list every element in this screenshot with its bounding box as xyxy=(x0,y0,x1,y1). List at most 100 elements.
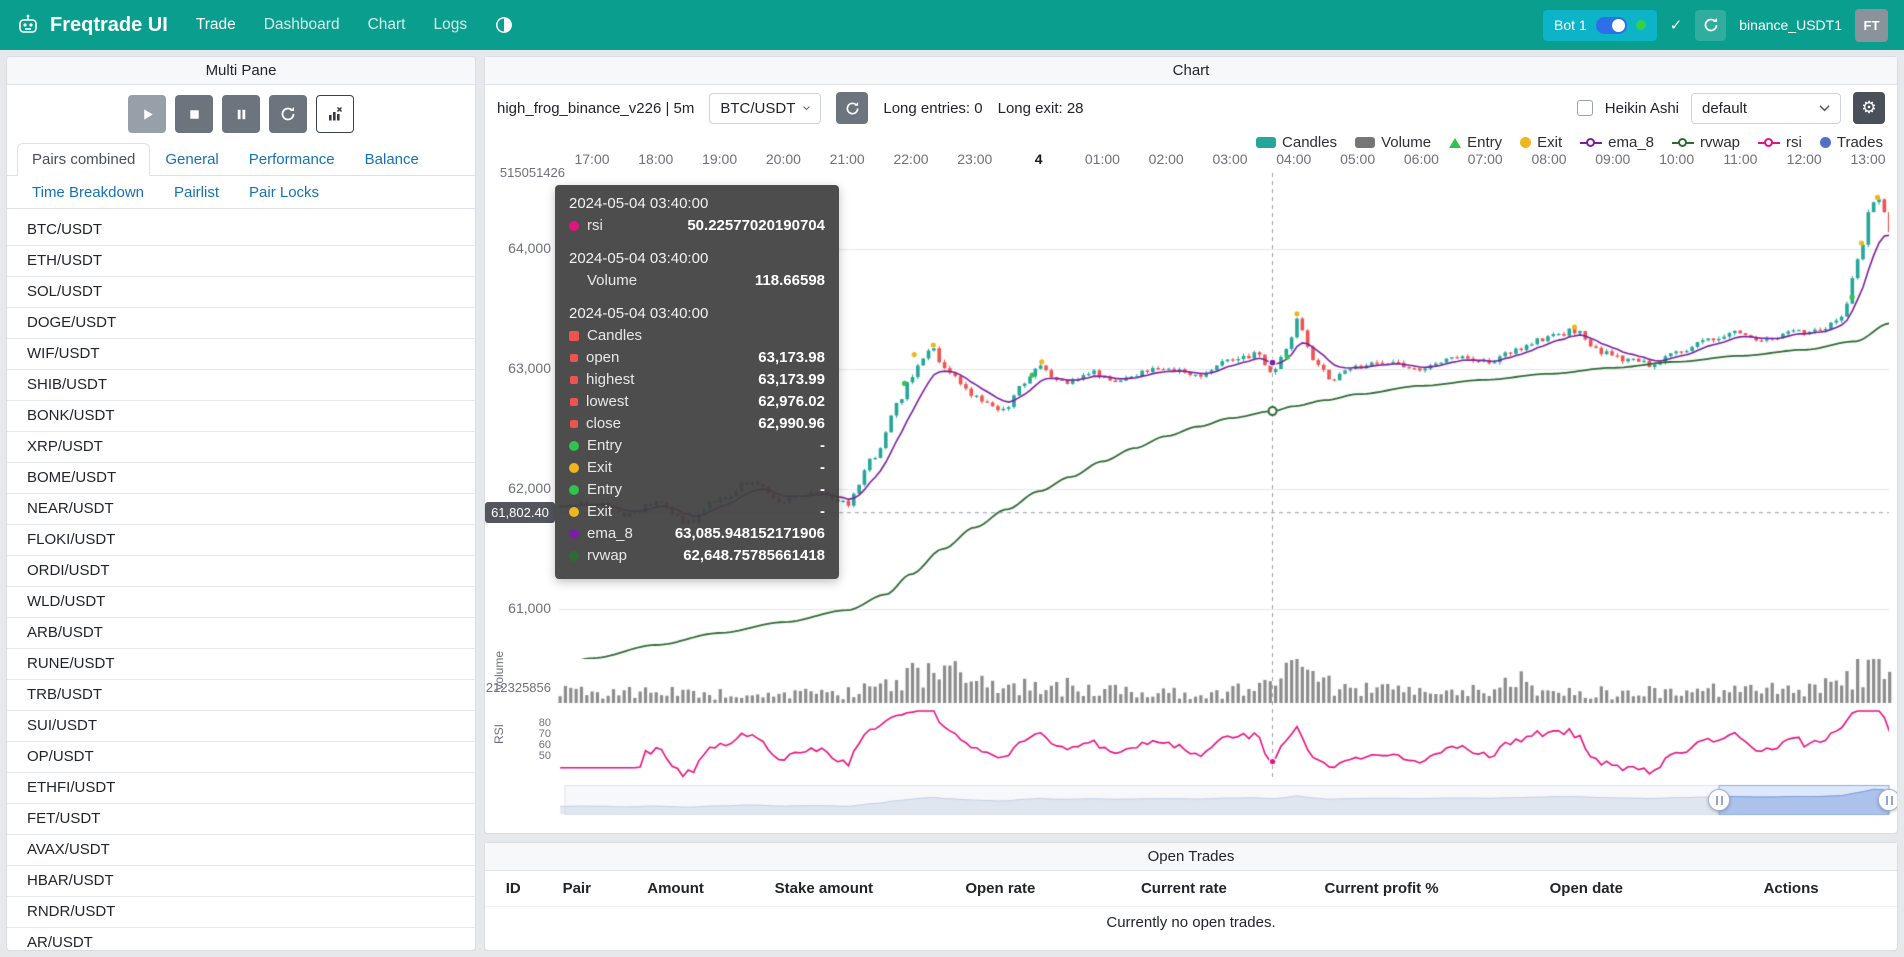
tab-performance[interactable]: Performance xyxy=(234,143,350,176)
nav-link-dashboard[interactable]: Dashboard xyxy=(264,16,340,34)
legend-marker xyxy=(1256,137,1276,148)
reload-config-button[interactable] xyxy=(269,95,307,133)
tooltip-series-value: 50.22577020190704 xyxy=(687,215,825,237)
pair-list-item[interactable]: NEAR/USDT xyxy=(7,494,475,525)
tooltip-series-marker xyxy=(569,551,579,561)
crosshair-price-label: 61,802.40 xyxy=(485,502,555,523)
tooltip-series-label: open xyxy=(586,347,619,369)
pair-list-item[interactable]: WIF/USDT xyxy=(7,339,475,370)
legend-item-ema-8[interactable]: ema_8 xyxy=(1580,134,1654,151)
theme-to ggle-icon[interactable] xyxy=(495,16,513,34)
legend-label: Exit xyxy=(1537,134,1562,151)
tooltip-series-value: - xyxy=(820,479,825,501)
tooltip-row: Volume118.66598 xyxy=(569,270,825,292)
multi-pane-panel: Multi Pane xyxy=(6,56,476,951)
pair-list-item[interactable]: AR/USDT xyxy=(7,928,475,950)
pair-list-item[interactable]: OP/USDT xyxy=(7,742,475,773)
tooltip-series-marker xyxy=(569,463,579,473)
pair-list-item[interactable]: FLOKI/USDT xyxy=(7,525,475,556)
column-header-actions: Actions xyxy=(1685,871,1897,907)
start-bot-button[interactable] xyxy=(128,95,166,133)
tooltip-series-value: 62,648.75785661418 xyxy=(683,545,825,567)
nav-link-logs[interactable]: Logs xyxy=(433,16,467,34)
tooltip-timestamp: 2024-05-04 03:40:00 xyxy=(569,305,825,322)
tab-pair-locks[interactable]: Pair Locks xyxy=(234,176,334,209)
pair-list-item[interactable]: XRP/USDT xyxy=(7,432,475,463)
pair-list-item[interactable]: TRB/USDT xyxy=(7,680,475,711)
legend-label: Entry xyxy=(1467,134,1502,151)
pair-list-item[interactable]: ORDI/USDT xyxy=(7,556,475,587)
x-axis-tick: 13:00 xyxy=(1850,151,1885,167)
plot-config-select[interactable]: default xyxy=(1691,93,1841,124)
chart-refresh-button[interactable] xyxy=(836,92,868,124)
tooltip-series-label: rvwap xyxy=(587,545,627,567)
pair-list-item[interactable]: DOGE/USDT xyxy=(7,308,475,339)
legend-item-trades[interactable]: Trades xyxy=(1820,134,1883,151)
pause-bot-button[interactable] xyxy=(222,95,260,133)
pair-list-item[interactable]: RNDR/USDT xyxy=(7,897,475,928)
tab-balance[interactable]: Balance xyxy=(350,143,434,176)
bot-name: Bot 1 xyxy=(1554,17,1587,33)
tooltip-timestamp: 2024-05-04 03:40:00 xyxy=(569,195,825,212)
pair-select[interactable]: BTC/USDT xyxy=(709,93,821,124)
tooltip-series-label: lowest xyxy=(586,391,629,413)
pair-list-item[interactable]: WLD/USDT xyxy=(7,587,475,618)
bot-toggle[interactable] xyxy=(1596,17,1627,34)
chart-legend: Candles Volume Entry Exit ema_8 rvwap rsi Trade… xyxy=(1256,134,1883,151)
pair-list-item[interactable]: HBAR/USDT xyxy=(7,866,475,897)
legend-item-entry[interactable]: Entry xyxy=(1449,134,1502,151)
pair-list-item[interactable]: SHIB/USDT xyxy=(7,370,475,401)
pair-list-item[interactable]: ETHFI/USDT xyxy=(7,773,475,804)
bot-controls xyxy=(7,85,475,143)
y-axis-tick: 61,000 xyxy=(485,600,551,616)
plot-settings-button[interactable]: ⚙ xyxy=(1853,92,1885,124)
tab-pairs-combined[interactable]: Pairs combined xyxy=(17,143,150,176)
strategy-label: high_frog_binance_v226 | 5m xyxy=(497,100,694,117)
column-header-current-profit: Current profit % xyxy=(1276,871,1488,907)
heikin-ashi-label: Heikin Ashi xyxy=(1605,100,1679,117)
tooltip-row: ema_863,085.948152171906 xyxy=(569,523,825,545)
brand-title: Freqtrade UI xyxy=(50,14,168,37)
column-header-open-rate: Open rate xyxy=(909,871,1093,907)
nav-link-chart[interactable]: Chart xyxy=(368,16,406,34)
tab-pairlist[interactable]: Pairlist xyxy=(159,176,234,209)
nav-link-trade[interactable]: Trade xyxy=(196,16,236,34)
x-axis-tick: 21:00 xyxy=(830,151,865,167)
multi-pane-title: Multi Pane xyxy=(7,57,475,85)
tab-time-breakdown[interactable]: Time Breakdown xyxy=(17,176,159,209)
x-axis-tick: 23:00 xyxy=(957,151,992,167)
datazoom-left-handle[interactable] xyxy=(1708,789,1730,811)
pair-list-item[interactable]: SOL/USDT xyxy=(7,277,475,308)
pair-list-item[interactable]: SUI/USDT xyxy=(7,711,475,742)
stop-bot-button[interactable] xyxy=(175,95,213,133)
pair-list-item[interactable]: BONK/USDT xyxy=(7,401,475,432)
pair-list-item[interactable]: RUNE/USDT xyxy=(7,649,475,680)
legend-item-volume[interactable]: Volume xyxy=(1355,134,1431,151)
heikin-ashi-checkbox[interactable] xyxy=(1577,100,1593,116)
pair-list-item[interactable]: FET/USDT xyxy=(7,804,475,835)
x-axis-tick: 4 xyxy=(1035,151,1043,167)
pair-list-item[interactable]: AVAX/USDT xyxy=(7,835,475,866)
navbar-right-cluster: Bot 1 ✓ binance_USDT1 FT xyxy=(1543,9,1888,42)
bot-selector[interactable]: Bot 1 xyxy=(1543,10,1657,41)
tab-general[interactable]: General xyxy=(150,143,233,176)
pair-list-item[interactable]: BTC/USDT xyxy=(7,215,475,246)
legend-item-rsi[interactable]: rsi xyxy=(1758,134,1802,151)
legend-label: Trades xyxy=(1837,134,1883,151)
legend-item-exit[interactable]: Exit xyxy=(1520,134,1562,151)
tooltip-series-label: Entry xyxy=(587,479,622,501)
play-icon xyxy=(140,107,155,122)
pair-list-item[interactable]: ETH/USDT xyxy=(7,246,475,277)
brand[interactable]: Freqtrade UI xyxy=(16,13,168,37)
tooltip-series-marker xyxy=(569,331,579,341)
datazoom-right-handle[interactable] xyxy=(1878,789,1897,811)
pair-list-item[interactable]: ARB/USDT xyxy=(7,618,475,649)
avatar[interactable]: FT xyxy=(1855,9,1888,42)
legend-item-candles[interactable]: Candles xyxy=(1256,134,1337,151)
clear-chart-button[interactable] xyxy=(316,95,354,133)
pair-list-item[interactable]: BOME/USDT xyxy=(7,463,475,494)
chart-remove-icon xyxy=(327,106,343,122)
x-axis-tick: 05:00 xyxy=(1340,151,1375,167)
navbar-refresh-button[interactable] xyxy=(1695,10,1726,41)
legend-item-rvwap[interactable]: rvwap xyxy=(1672,134,1740,151)
